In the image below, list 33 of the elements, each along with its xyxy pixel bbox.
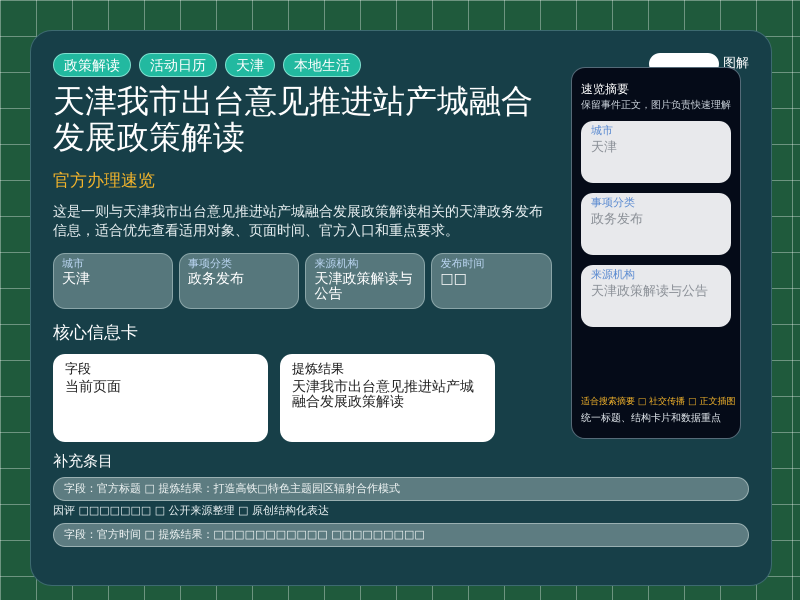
- panel-title: 速览摘要: [581, 81, 630, 98]
- fact-label: 发布时间: [440, 256, 486, 272]
- info-value: 当前页面: [65, 380, 122, 394]
- extra-row: 字段：官方标题 □ 提炼结果：打造高铁□特色主题园区辐射合作模式: [53, 476, 749, 500]
- panel-card-value: 天津政策解读与公告: [591, 284, 709, 298]
- panel-card-label: 城市: [591, 123, 614, 139]
- section-subtitle: 官方办理速览: [53, 170, 156, 193]
- section-heading: 核心信息卡: [53, 322, 139, 344]
- panel-card-label: 事项分类: [591, 195, 636, 211]
- fact-value: 政务发布: [188, 272, 246, 287]
- fact-value: 天津: [62, 272, 91, 287]
- info-value: 天津我市出台意见推进站产城融合发展政策解读: [292, 380, 475, 410]
- panel-subtitle: 保留事件正文，图片负责快速理解: [581, 98, 731, 113]
- category-tag[interactable]: 天津: [225, 53, 275, 77]
- fact-value: □□: [440, 272, 468, 287]
- fact-label: 事项分类: [188, 256, 234, 272]
- footer-note: 因评 □□□□□□□ □ 公开来源整理 □ 原创结构化表达: [53, 502, 330, 518]
- fact-label: 来源机构: [314, 256, 360, 272]
- description-text: 这是一则与天津我市出台意见推进站产城融合发展政策解读相关的天津政务发布信息，适合优先查看适用对象、页面时间、官方入口和重点要求。: [53, 202, 544, 240]
- category-tag[interactable]: 本地生活: [283, 53, 361, 77]
- panel-card-value: 政务发布: [591, 212, 644, 226]
- panel-card-value: 天津: [591, 140, 618, 154]
- fact-label: 城市: [62, 256, 85, 272]
- info-label: 字段: [65, 361, 92, 379]
- category-tag[interactable]: 活动日历: [139, 53, 217, 77]
- extra-row: 字段：官方时间 □ 提炼结果：□□□□□□□□□□□ □□□□□□□□□: [53, 523, 749, 547]
- page-title: 天津我市出台意见推进站产城融合发展政策解读: [53, 83, 534, 155]
- info-label: 提炼结果: [292, 361, 345, 379]
- fact-value: 天津政策解读与公告: [314, 272, 414, 302]
- section-heading: 补充条目: [53, 451, 114, 472]
- panel-card-label: 来源机构: [591, 267, 636, 283]
- panel-note: 统一标题、结构卡片和数据重点: [581, 412, 722, 426]
- category-tag[interactable]: 政策解读: [53, 53, 131, 77]
